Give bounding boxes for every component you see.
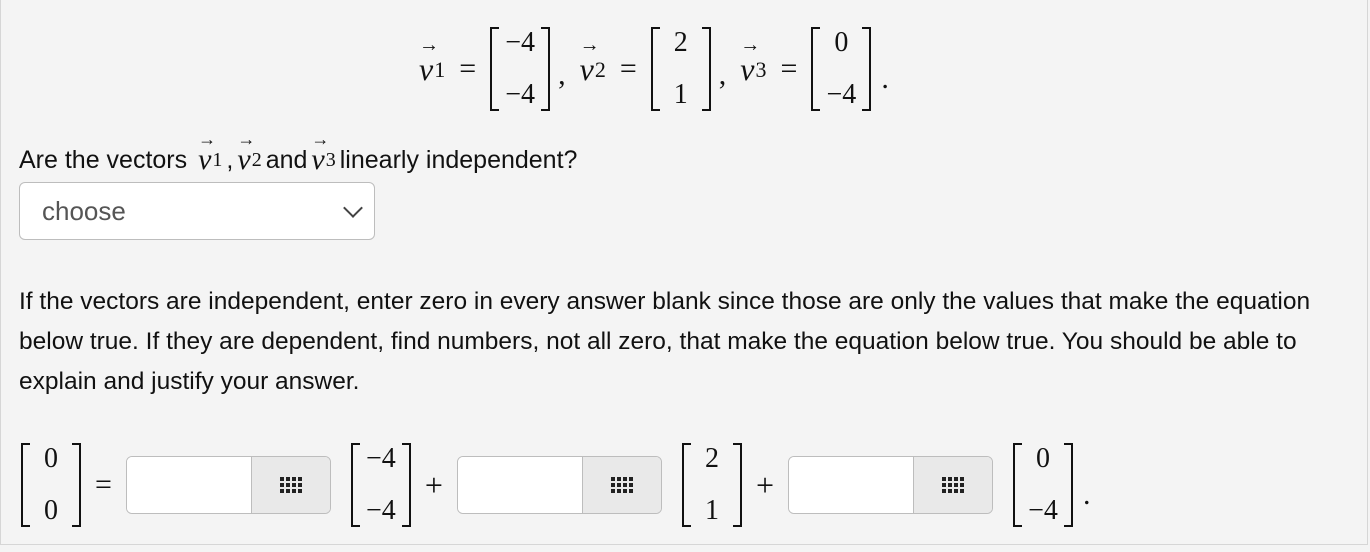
vector-v3-symbol: → v 3 xyxy=(311,129,336,176)
vector-v2-matrix: 21 xyxy=(650,27,711,111)
coefficient-2-input[interactable] xyxy=(457,457,582,513)
coefficient-1-input[interactable] xyxy=(126,457,251,513)
chevron-down-icon xyxy=(343,198,363,218)
term-2-vector: 21 xyxy=(681,443,742,527)
term-3-vector: 0 −4 xyxy=(1013,443,1074,527)
vector-v3-matrix: 0 −4 xyxy=(811,27,872,111)
vector-v2-symbol: → v 2 xyxy=(237,129,262,176)
vector-v2-symbol: → v 2 xyxy=(579,33,606,87)
coefficient-3-group xyxy=(788,456,994,514)
vector-v1-symbol: → v 1 xyxy=(198,129,223,176)
problem-panel: → v 1 = −4 −4 , → v 2 = 21 , → v 3 = 0 −4 . Are … xyxy=(0,0,1368,545)
vector-v3-symbol: → v 3 xyxy=(740,33,767,87)
instructions-text: If the vectors are independent, enter ze… xyxy=(19,288,1311,395)
select-value: choose xyxy=(42,195,126,226)
coefficient-3-input[interactable] xyxy=(789,457,914,513)
equals-sign: = xyxy=(459,52,477,85)
grid-icon[interactable] xyxy=(913,457,993,513)
zero-vector: 00 xyxy=(21,443,81,527)
linear-combination-equation: 00 = −4 −4 + 21 + 0 −4 . xyxy=(21,440,1091,530)
grid-icon[interactable] xyxy=(250,457,330,513)
vector-v1-matrix: −4 −4 xyxy=(490,27,551,111)
vector-definitions: → v 1 = −4 −4 , → v 2 = 21 , → v 3 = 0 −4 . xyxy=(419,27,889,111)
coefficient-2-group xyxy=(456,456,662,514)
coefficient-1-group xyxy=(125,456,331,514)
term-1-vector: −4 −4 xyxy=(350,443,411,527)
question-text: Are the vectors → v 1 , → v 2 and → v 3 linear… xyxy=(19,129,578,176)
independence-select[interactable]: choose xyxy=(19,182,375,240)
grid-icon[interactable] xyxy=(581,457,661,513)
vector-v1-symbol: → v 1 xyxy=(419,33,446,87)
